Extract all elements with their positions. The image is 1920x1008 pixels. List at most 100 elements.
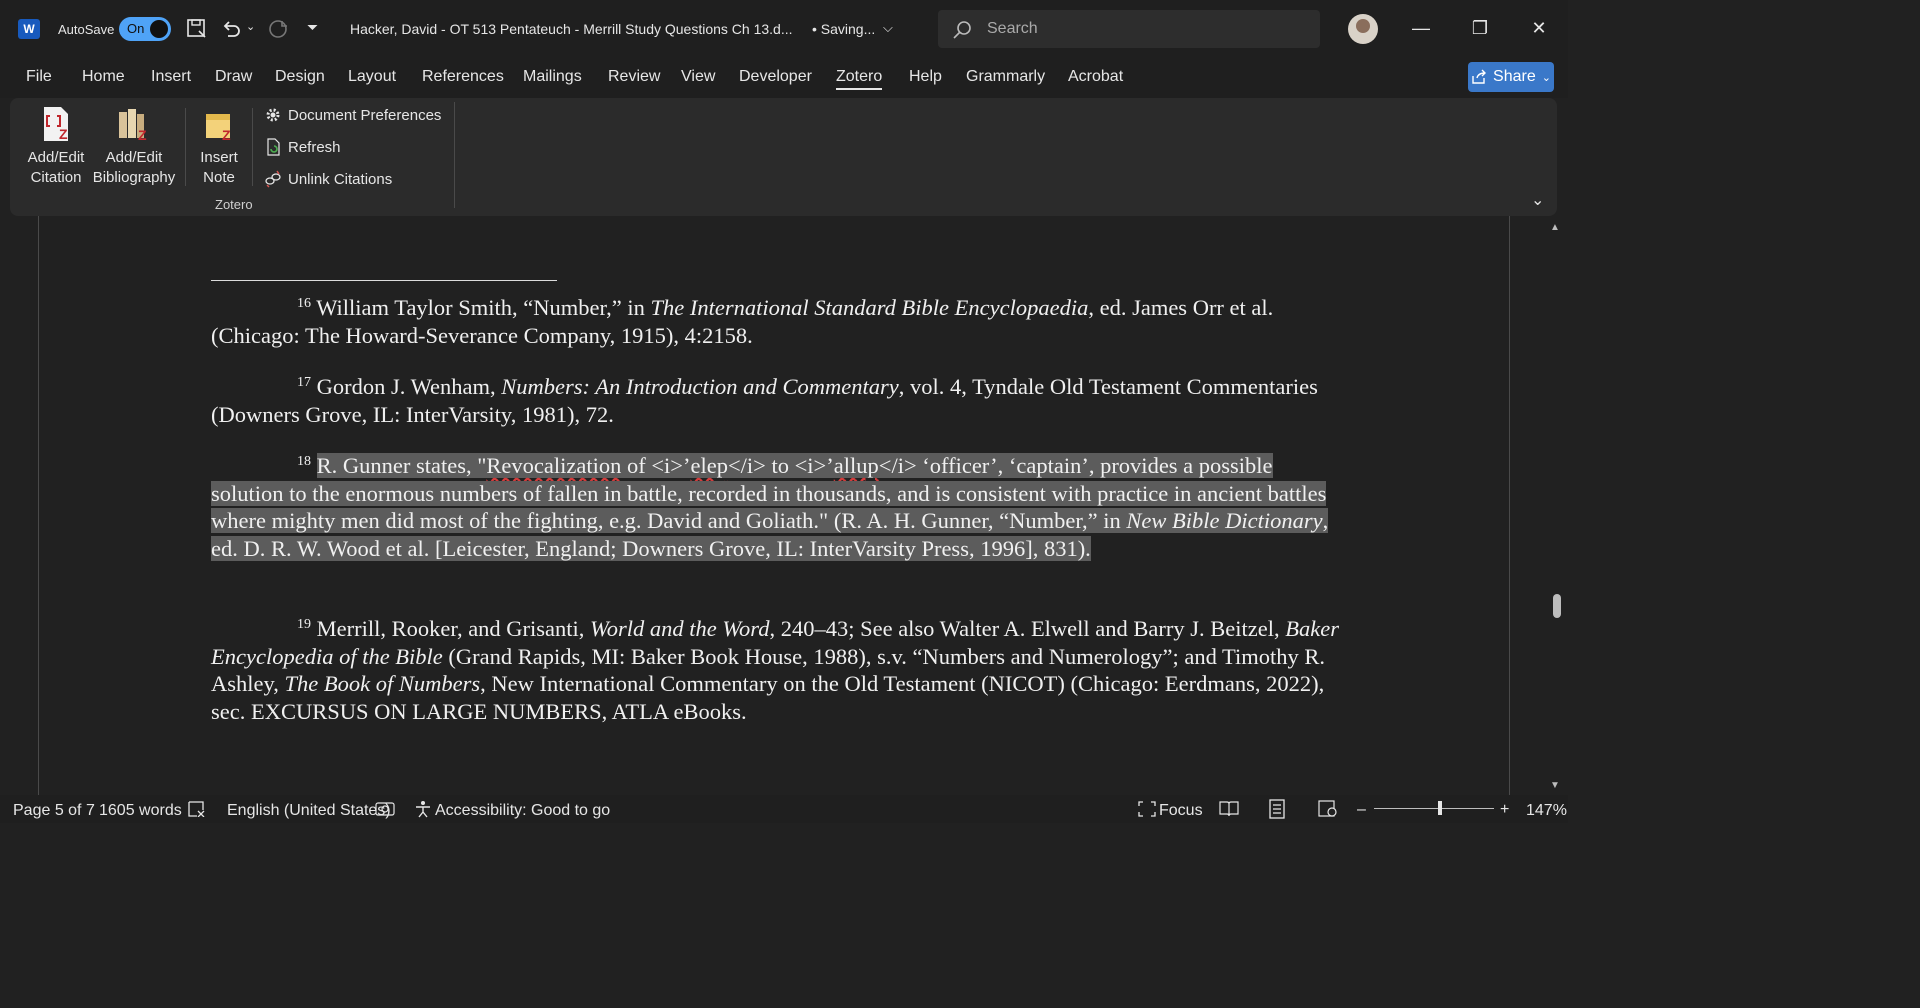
gear-icon <box>266 108 280 122</box>
selected-text[interactable]: R. Gunner states, "Revocalization of <i>… <box>211 453 1329 562</box>
svg-text:Z: Z <box>222 127 231 142</box>
bibliography-icon: Z <box>119 109 147 142</box>
svg-text:Z: Z <box>138 127 147 142</box>
collapse-ribbon-icon[interactable]: ⌄ <box>1531 190 1544 210</box>
ribbon-separator <box>454 102 455 208</box>
page-count[interactable]: Page 5 of 7 <box>13 802 95 820</box>
share-label: Share <box>1493 68 1536 85</box>
save-icon[interactable] <box>186 18 208 40</box>
proofing-icon[interactable] <box>188 801 206 817</box>
tab-home[interactable]: Home <box>82 68 125 86</box>
zoom-slider-thumb[interactable] <box>1438 801 1442 815</box>
minimize-icon[interactable]: — <box>1409 16 1433 40</box>
footnote-19[interactable]: 19 Merrill, Rooker, and Grisanti, World … <box>211 615 1341 726</box>
document-title[interactable]: Hacker, David - OT 513 Pentateuch - Merr… <box>350 0 793 58</box>
zoom-slider[interactable] <box>1374 808 1494 809</box>
share-chevron-icon: ⌄ <box>1541 71 1551 84</box>
footnote-title: Numbers: An Introduction and Commentary <box>501 374 899 399</box>
add-edit-bibliography-label-line1: Add/Edit <box>105 149 163 166</box>
word-icon[interactable]: W <box>18 19 40 39</box>
footnote-text: Gordon J. Wenham, <box>316 374 502 399</box>
ribbon-separator <box>185 108 186 186</box>
zoom-out-button[interactable]: – <box>1357 801 1366 819</box>
footnote-title: World and the Word <box>590 616 770 641</box>
spelling-error[interactable]: allup <box>834 453 879 478</box>
title-chevron-down-icon[interactable]: ⌵ <box>883 20 893 36</box>
tab-insert[interactable]: Insert <box>151 68 191 86</box>
refresh-icon <box>267 138 280 156</box>
tab-layout[interactable]: Layout <box>348 68 396 86</box>
add-edit-citation-label-line1: Add/Edit <box>27 149 85 166</box>
scroll-up-icon[interactable]: ▲ <box>1550 222 1560 233</box>
focus-button[interactable]: Focus <box>1159 802 1203 820</box>
footnote-number: 18 <box>297 454 311 469</box>
customize-quick-access-icon[interactable]: ⏷ <box>307 19 318 36</box>
tab-review[interactable]: Review <box>608 68 660 86</box>
citation-icon: Z <box>44 107 68 142</box>
avatar[interactable] <box>1348 14 1378 44</box>
footnote-number: 17 <box>297 375 311 390</box>
spelling-error[interactable]: elep <box>691 453 728 478</box>
tab-developer[interactable]: Developer <box>739 68 812 86</box>
scroll-thumb[interactable] <box>1553 594 1561 618</box>
footnote-17[interactable]: 17 Gordon J. Wenham, Numbers: An Introdu… <box>211 373 1341 428</box>
add-edit-citation-label-line2: Citation <box>30 169 82 186</box>
tab-file[interactable]: File <box>26 68 52 86</box>
search-icon <box>953 21 971 39</box>
accessibility-status[interactable]: Accessibility: Good to go <box>435 802 610 820</box>
ribbon-group-label: Zotero <box>215 197 253 212</box>
close-icon[interactable]: ✕ <box>1527 16 1551 40</box>
scroll-down-icon[interactable]: ▼ <box>1550 780 1560 791</box>
footnote-title: New Bible Dictionary <box>1126 508 1323 534</box>
tab-acrobat[interactable]: Acrobat <box>1068 68 1123 86</box>
web-layout-icon[interactable] <box>1318 800 1338 818</box>
search-box[interactable]: Search <box>938 10 1320 48</box>
text-predictions-icon[interactable] <box>375 801 395 817</box>
tab-draw[interactable]: Draw <box>215 68 252 86</box>
insert-note-button[interactable]: Z Insert Note <box>193 106 245 188</box>
spelling-error[interactable]: Revocalization <box>486 453 621 478</box>
undo-dropdown-icon[interactable]: ⌄ <box>246 20 255 33</box>
add-edit-citation-button[interactable]: Z Add/Edit Citation <box>22 106 90 188</box>
tab-view[interactable]: View <box>681 68 715 86</box>
print-layout-icon[interactable] <box>1268 799 1286 819</box>
footnote-18[interactable]: 18 R. Gunner states, "Revocalization of … <box>211 452 1341 563</box>
unlink-citations-button[interactable]: Unlink Citations <box>264 170 392 188</box>
read-mode-icon[interactable] <box>1219 800 1239 818</box>
vertical-scrollbar[interactable] <box>1549 216 1568 795</box>
footnote-text: </i> to <i>’ <box>727 453 834 478</box>
footnote-text: of <i>’ <box>621 453 691 478</box>
undo-icon[interactable] <box>220 18 242 40</box>
share-button[interactable]: Share ⌄ <box>1468 62 1554 92</box>
toggle-knob <box>150 20 168 38</box>
footnote-16[interactable]: 16 William Taylor Smith, “Number,” in Th… <box>211 294 1341 349</box>
language[interactable]: English (United States) <box>227 802 391 820</box>
refresh-button[interactable]: Refresh <box>264 138 341 156</box>
autosave-state: On <box>127 21 145 36</box>
tab-mailings[interactable]: Mailings <box>523 68 582 86</box>
restore-icon[interactable]: ❐ <box>1468 16 1492 40</box>
share-icon <box>1472 69 1487 84</box>
insert-note-label-line1: Insert <box>200 149 238 166</box>
footnote-text: Merrill, Rooker, and Grisanti, <box>316 616 591 641</box>
autosave-toggle[interactable]: On <box>119 17 171 41</box>
search-placeholder: Search <box>987 20 1038 37</box>
add-edit-bibliography-button[interactable]: Z Add/Edit Bibliography <box>92 106 176 188</box>
tab-references[interactable]: References <box>422 68 504 86</box>
footnote-text: , 240–43; See also Walter A. Elwell and … <box>769 616 1286 641</box>
tab-zotero[interactable]: Zotero <box>836 68 883 90</box>
redo-icon[interactable] <box>267 18 289 40</box>
saving-status[interactable]: • Saving... <box>812 0 875 58</box>
tab-grammarly[interactable]: Grammarly <box>966 68 1045 86</box>
note-icon: Z <box>206 114 231 142</box>
word-count[interactable]: 1605 words <box>99 802 182 820</box>
footnote-title: The International Standard Bible Encyclo… <box>650 295 1089 320</box>
tab-design[interactable]: Design <box>275 68 325 86</box>
zoom-level[interactable]: 147% <box>1526 802 1567 820</box>
zoom-in-button[interactable]: + <box>1500 801 1509 819</box>
ribbon-separator <box>252 108 253 186</box>
footnote-title: The Book of Numbers <box>284 671 481 697</box>
tab-help[interactable]: Help <box>909 68 942 86</box>
document-preferences-button[interactable]: Document Preferences <box>264 106 441 124</box>
footnote-text: R. Gunner states, " <box>316 453 487 478</box>
